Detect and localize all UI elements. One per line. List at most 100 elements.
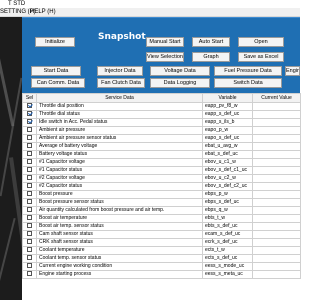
table-header-row: Sel Service Data Variable Current Value (22, 93, 301, 103)
row-select-cell (22, 262, 37, 271)
switch-data-button[interactable]: Switch Data (214, 78, 282, 88)
row-select-checkbox[interactable] (27, 183, 32, 189)
row-select-cell (22, 230, 37, 239)
can-comm-data-button[interactable]: Can Comm. Data (31, 78, 85, 88)
header-service-data[interactable]: Service Data (36, 93, 203, 103)
table-row[interactable]: Boost air temp. sensor status ebts_s_def_… (22, 222, 301, 231)
row-select-cell (22, 206, 37, 215)
row-select-cell (22, 190, 37, 199)
voltage-data-button[interactable]: Voltage Data (150, 66, 210, 76)
start-data-button[interactable]: Start Data (31, 66, 81, 76)
table-row[interactable]: #1 Capacitor status ebov_s_def_c1_uc (22, 166, 301, 175)
table-row[interactable]: Ambient air pressure eapo_p_w (22, 126, 301, 135)
open-button[interactable]: Open (238, 37, 284, 47)
row-select-cell (22, 174, 37, 183)
service-data-cell: Boost air temperature (36, 214, 203, 223)
row-select-cell (22, 214, 37, 223)
table-row[interactable]: #2 Capacitor status ebov_s_def_c2_uc (22, 182, 301, 191)
service-data-cell: Engine starting process (36, 270, 203, 279)
fuel-pressure-data-button[interactable]: Fuel Pressure Data (214, 66, 282, 76)
row-select-checkbox[interactable] (27, 143, 32, 149)
table-row[interactable]: Cam shaft sensor status ecam_s_def_uc (22, 230, 301, 239)
service-data-cell: Coolant temp. sensor status (36, 254, 203, 263)
service-data-cell: Throttle dial status (36, 110, 203, 119)
current-value-cell (252, 166, 301, 175)
service-data-table: Sel Service Data Variable Current Value … (22, 93, 301, 279)
table-row[interactable]: Throttle dial position eapp_pv_f8_w (22, 102, 301, 111)
service-data-cell: #1 Capacitor voltage (36, 158, 203, 167)
current-value-cell (252, 262, 301, 271)
row-select-checkbox[interactable] (27, 175, 32, 181)
table-row[interactable]: CRK shaft sensor status ecrk_s_def_uc (22, 238, 301, 247)
current-value-cell (252, 270, 301, 279)
table-row[interactable]: Boost air temperature ebts_t_w (22, 214, 301, 223)
row-select-checkbox[interactable] (27, 191, 32, 197)
fan-clutch-data-button[interactable]: Fan Clutch Data (97, 78, 145, 88)
row-select-checkbox[interactable] (27, 135, 32, 141)
row-select-checkbox[interactable] (27, 255, 32, 261)
engine-data-button[interactable]: Engin (285, 66, 300, 76)
table-row[interactable]: Coolant temperature ects_t_w (22, 246, 301, 255)
service-data-cell: CRK shaft sensor status (36, 238, 203, 247)
save-as-excel-button[interactable]: Save as Excel (238, 52, 284, 62)
row-select-checkbox[interactable] (27, 231, 32, 237)
table-row[interactable]: Engine starting process eess_s_meta_uc (22, 270, 301, 279)
variable-cell: ebps_q_w (202, 206, 253, 215)
table-row[interactable]: Current engine working condition eess_s_m… (22, 262, 301, 271)
manual-start-button[interactable]: Manual Start (146, 37, 184, 47)
background-image-panel (0, 17, 22, 300)
title-bar: T STD (0, 0, 300, 8)
table-row[interactable]: #2 Capacitor voltage ebov_u_c2_w (22, 174, 301, 183)
table-row[interactable]: Average of battery voltage ebat_u_avg_w (22, 142, 301, 151)
current-value-cell (252, 238, 301, 247)
service-data-table-container: Sel Service Data Variable Current Value … (22, 93, 301, 300)
row-select-checkbox[interactable] (27, 207, 32, 213)
row-select-cell (22, 150, 37, 159)
graph-button[interactable]: Graph (192, 52, 230, 62)
table-row[interactable]: Boost pressure sensor status ebps_s_def_u… (22, 198, 301, 207)
table-row[interactable]: #1 Capacitor voltage ebov_u_c1_w (22, 158, 301, 167)
variable-cell: eapp_s_ils_b (202, 118, 253, 127)
current-value-cell (252, 230, 301, 239)
current-value-cell (252, 134, 301, 143)
header-current-value[interactable]: Current Value (252, 93, 301, 103)
row-select-cell (22, 198, 37, 207)
table-row[interactable]: Coolant temp. sensor status ects_s_def_uc (22, 254, 301, 263)
initialize-button[interactable]: Initialize (35, 37, 75, 47)
auto-start-button[interactable]: Auto Start (192, 37, 230, 47)
row-select-checkbox[interactable] (27, 151, 32, 157)
variable-cell: ebat_u_avg_w (202, 142, 253, 151)
row-select-checkbox[interactable] (27, 239, 32, 245)
service-data-cell: Boost pressure sensor status (36, 198, 203, 207)
table-row[interactable]: Ambient air pressure sensor status eapo_s… (22, 134, 301, 143)
row-select-checkbox[interactable] (27, 103, 32, 109)
table-row[interactable]: Throttle dial status eapp_s_def_uc (22, 110, 301, 119)
menu-help[interactable]: HELP (H) (30, 8, 56, 17)
row-select-checkbox[interactable] (27, 127, 32, 133)
table-row[interactable]: Battery voltage status ebat_s_def_uc (22, 150, 301, 159)
row-select-checkbox[interactable] (27, 223, 32, 229)
row-select-checkbox[interactable] (27, 167, 32, 173)
row-select-checkbox[interactable] (27, 215, 32, 221)
current-value-cell (252, 254, 301, 263)
table-row[interactable]: Boost pressure ebps_p_w (22, 190, 301, 199)
row-select-checkbox[interactable] (27, 247, 32, 253)
row-select-checkbox[interactable] (27, 111, 32, 117)
service-data-cell: Idle switch in Acc. Pedal status (36, 118, 203, 127)
window-title: T STD (8, 1, 26, 7)
header-sel[interactable]: Sel (22, 93, 37, 103)
row-select-checkbox[interactable] (27, 263, 32, 269)
row-select-checkbox[interactable] (27, 119, 32, 125)
header-variable[interactable]: Variable (202, 93, 253, 103)
row-select-checkbox[interactable] (27, 271, 32, 277)
injector-data-button[interactable]: Injector Data (97, 66, 143, 76)
data-logging-button[interactable]: Data Logging (150, 78, 210, 88)
row-select-checkbox[interactable] (27, 199, 32, 205)
table-row[interactable]: Idle switch in Acc. Pedal status eapp_s_i… (22, 118, 301, 127)
view-selection-button[interactable]: View Selection (146, 52, 184, 62)
row-select-cell (22, 118, 37, 127)
table-row[interactable]: Air quantity calculated from boost press… (22, 206, 301, 215)
variable-cell: eapp_s_def_uc (202, 110, 253, 119)
row-select-checkbox[interactable] (27, 159, 32, 165)
row-select-cell (22, 246, 37, 255)
